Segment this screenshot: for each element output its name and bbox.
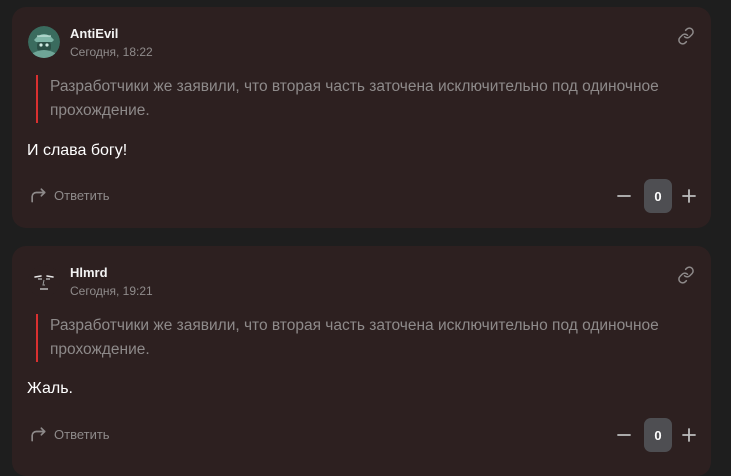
avatar[interactable] — [28, 26, 60, 58]
vote-controls: 0 — [616, 179, 697, 213]
quoted-text: Разработчики же заявили, что вторая част… — [36, 75, 670, 123]
plus-icon — [682, 428, 696, 442]
link-icon[interactable] — [677, 27, 695, 45]
link-icon[interactable] — [677, 266, 695, 284]
comment-text: Жаль. — [27, 380, 73, 397]
comment-header: Hlmrd Сегодня, 19:21 — [28, 264, 153, 298]
upvote-button[interactable] — [681, 188, 697, 204]
reply-arrow-icon — [31, 427, 46, 442]
downvote-button[interactable] — [616, 427, 632, 443]
upvote-button[interactable] — [681, 427, 697, 443]
score-badge: 0 — [644, 179, 672, 213]
reply-button[interactable]: Ответить — [28, 424, 110, 444]
author-name[interactable]: Hlmrd — [70, 265, 153, 281]
score-badge: 0 — [644, 418, 672, 452]
downvote-button[interactable] — [616, 188, 632, 204]
author-name[interactable]: AntiEvil — [70, 26, 153, 42]
comment-header: AntiEvil Сегодня, 18:22 — [28, 25, 153, 59]
comment-meta: Hlmrd Сегодня, 19:21 — [70, 264, 153, 299]
reply-arrow-icon — [31, 188, 46, 203]
comment-card: AntiEvil Сегодня, 18:22 Разработчики же … — [12, 7, 711, 228]
reply-label: Ответить — [54, 187, 110, 203]
comment-text: И слава богу! — [27, 142, 128, 159]
helmet-soldier-avatar-icon — [28, 26, 60, 58]
plus-icon — [682, 189, 696, 203]
comment-time: Сегодня, 18:22 — [70, 44, 153, 59]
comment-card: Hlmrd Сегодня, 19:21 Разработчики же зая… — [12, 246, 711, 476]
reply-label: Ответить — [54, 426, 110, 442]
vote-controls: 0 — [616, 418, 697, 452]
reply-button[interactable]: Ответить — [28, 185, 110, 205]
minus-icon — [617, 434, 631, 436]
quoted-text: Разработчики же заявили, что вторая част… — [36, 314, 670, 362]
comment-time: Сегодня, 19:21 — [70, 283, 153, 298]
minus-icon — [617, 195, 631, 197]
comment-meta: AntiEvil Сегодня, 18:22 — [70, 25, 153, 60]
face-sketch-avatar-icon — [28, 265, 60, 297]
avatar[interactable] — [28, 265, 60, 297]
comment-feed: AntiEvil Сегодня, 18:22 Разработчики же … — [0, 0, 731, 476]
